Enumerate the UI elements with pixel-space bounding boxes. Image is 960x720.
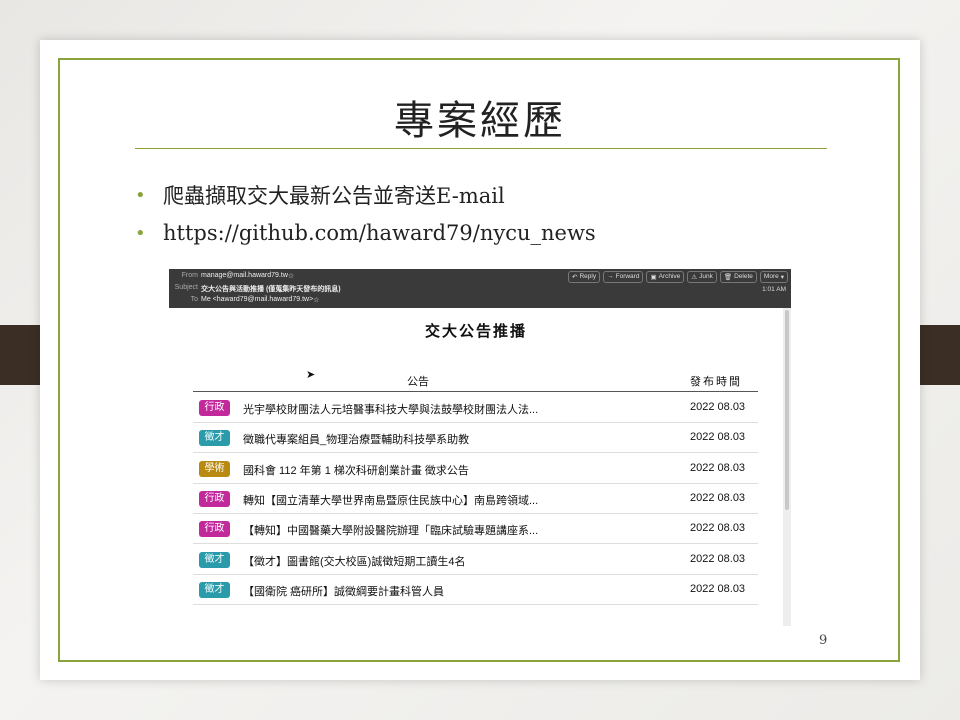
table-row: 徵才 徵職代專案組員_物理治療暨輔助科技學系助教 2022 08.03 (193, 422, 758, 454)
category-badge: 行政 (199, 490, 230, 507)
email-screenshot: From manage@mail.haward79.tw ☆ Subject 交… (169, 269, 791, 626)
title-rule (135, 148, 827, 149)
scrollbar[interactable] (783, 308, 791, 626)
notice-link[interactable]: 光宇學校財團法人元培醫事科技大學與法鼓學校財團法人法... (243, 401, 538, 417)
notice-link[interactable]: 轉知【國立清華大學世界南島暨原住民族中心】南島跨領域... (243, 492, 538, 508)
chevron-down-icon: ▾ (780, 274, 784, 281)
scrollbar-thumb[interactable] (785, 310, 789, 510)
to-label: To (190, 296, 198, 303)
subject-label: Subject (174, 284, 198, 291)
subject-value: 交大公告與活動推播 (僅蒐集昨天發布的訊息) (201, 286, 341, 293)
category-badge: 徵才 (199, 551, 230, 568)
table-row: 行政 光宇學校財團法人元培醫事科技大學與法鼓學校財團法人法... 2022 08.0… (193, 392, 758, 423)
bullet-dot-icon: • (135, 184, 146, 206)
notice-date: 2022 08.03 (690, 522, 746, 535)
subject-line: Subject 交大公告與活動推播 (僅蒐集昨天發布的訊息) (173, 284, 341, 294)
junk-icon: ⚠ (691, 274, 698, 281)
reply-button[interactable]: ↶ Reply (568, 271, 601, 283)
bullet-item: • 爬蟲擷取交大最新公告並寄送E-mail (135, 180, 505, 210)
page-number: 9 (819, 633, 828, 648)
table-row: 行政 轉知【國立清華大學世界南島暨原住民族中心】南島跨領域... 2022 08.0… (193, 483, 758, 514)
from-line: From manage@mail.haward79.tw ☆ (173, 272, 295, 280)
notice-link[interactable]: 國科會 112 年第 1 梯次科研創業計畫 徵求公告 (243, 462, 469, 478)
col-notice-header: 公告 (407, 376, 429, 388)
junk-button[interactable]: ⚠ Junk (687, 271, 717, 283)
email-header: From manage@mail.haward79.tw ☆ Subject 交… (169, 269, 791, 308)
from-value[interactable]: manage@mail.haward79.tw (201, 272, 288, 280)
trash-icon: 🗑 (723, 274, 733, 281)
archive-icon: ▣ (650, 274, 657, 281)
to-line: To Me <haward79@mail.haward79.tw> ☆ (173, 296, 320, 304)
to-value[interactable]: Me <haward79@mail.haward79.tw> (201, 296, 313, 304)
category-badge: 行政 (199, 521, 230, 538)
table-row: 徵才 【徵才】圖書館(交大校區)誠徵短期工讀生4名 2022 08.03 (193, 544, 758, 575)
notice-date: 2022 08.03 (690, 461, 746, 474)
bullet-dot-icon: • (135, 222, 146, 244)
notice-date: 2022 08.03 (690, 401, 746, 413)
notice-link[interactable]: 【徵才】圖書館(交大校區)誠徵短期工讀生4名 (243, 553, 465, 569)
bullet-link[interactable]: https://github.com/haward79/nycu_news (163, 221, 596, 245)
notice-date: 2022 08.03 (690, 491, 746, 504)
table-header: 公告 發布時間 (193, 371, 758, 392)
notice-date: 2022 08.03 (690, 552, 746, 565)
more-button[interactable]: More ▾ (759, 271, 788, 283)
notice-date: 2022 08.03 (690, 582, 746, 595)
archive-button[interactable]: ▣ Archive (646, 271, 685, 283)
col-date-header: 發布時間 (690, 376, 742, 388)
notice-link[interactable]: 【國衛院 癌研所】誠徵綱要計畫科管人員 (243, 583, 444, 599)
category-badge: 徵才 (199, 430, 230, 447)
notice-date: 2022 08.03 (690, 431, 746, 444)
table-row: 學術 國科會 112 年第 1 梯次科研創業計畫 徵求公告 2022 08.03 (193, 453, 758, 484)
category-badge: 徵才 (199, 581, 230, 598)
bullet-text: 爬蟲擷取交大最新公告並寄送E-mail (163, 184, 505, 208)
table-row: 徵才 【國衛院 癌研所】誠徵綱要計畫科管人員 2022 08.03 (193, 574, 758, 605)
bullet-item: • https://github.com/haward79/nycu_news (135, 221, 596, 245)
star-icon[interactable]: ☆ (313, 296, 319, 304)
delete-button[interactable]: 🗑 Delete (719, 271, 757, 283)
star-icon[interactable]: ☆ (288, 272, 294, 280)
slide: 專案經歷 • 爬蟲擷取交大最新公告並寄送E-mail • https://git… (40, 40, 920, 680)
table-row: 行政 【轉知】中國醫藥大學附設醫院辦理「臨床試驗專題講座系... 2022 08.0… (193, 513, 758, 545)
reply-icon: ↶ (572, 274, 578, 281)
forward-icon: → (607, 273, 614, 280)
category-badge: 行政 (199, 400, 230, 416)
notice-link[interactable]: 【轉知】中國醫藥大學附設醫院辦理「臨床試驗專題講座系... (243, 522, 538, 538)
forward-button[interactable]: → Forward (603, 271, 644, 283)
slide-title: 專案經歷 (394, 98, 566, 144)
notice-link[interactable]: 徵職代專案組員_物理治療暨輔助科技學系助教 (243, 431, 469, 447)
category-badge: 學術 (199, 460, 230, 477)
email-heading: 交大公告推播 (424, 323, 527, 340)
email-toolbar: ↶ Reply → Forward ▣ Archive ⚠ Junk 🗑 Delete M… (568, 271, 788, 283)
email-time: 1:01 AM (762, 286, 786, 293)
from-label: From (181, 272, 198, 279)
